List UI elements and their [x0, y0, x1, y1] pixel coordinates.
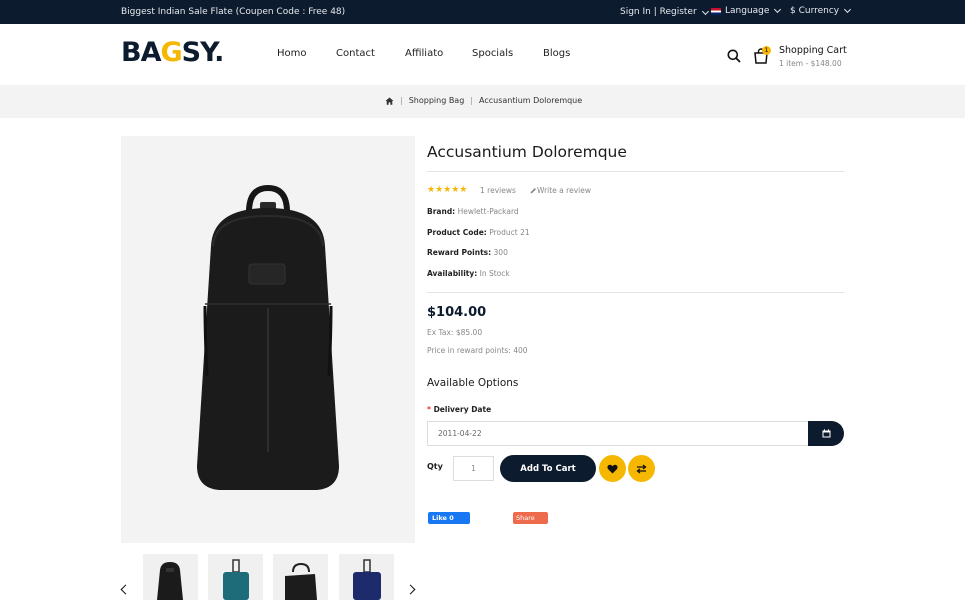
detail-value: 300 [493, 248, 508, 257]
breadcrumb-shopping-bag[interactable]: Shopping Bag [409, 96, 465, 105]
home-icon[interactable] [385, 97, 394, 105]
write-review-label: Write a review [537, 186, 591, 195]
detail-reward-points: Reward Points: 300 [427, 248, 508, 257]
currency-dropdown[interactable]: $ Currency [790, 5, 852, 16]
detail-label: Brand: [427, 207, 456, 216]
write-review-link[interactable]: Write a review [530, 186, 591, 195]
wishlist-button[interactable] [599, 455, 626, 482]
reward-points-price: Price in reward points: 400 [427, 346, 528, 355]
divider [427, 292, 844, 293]
quantity-input[interactable] [453, 456, 494, 481]
calendar-icon [822, 429, 830, 438]
share-label: Share [516, 514, 535, 522]
brand-link[interactable]: Hewlett-Packard [458, 207, 519, 216]
add-to-cart-button[interactable]: Add To Cart [500, 455, 596, 482]
delivery-date-input[interactable] [427, 421, 809, 446]
chevron-down-icon [774, 5, 782, 14]
detail-brand: Brand: Hewlett-Packard [427, 207, 519, 216]
detail-label: Availability: [427, 269, 478, 278]
pencil-icon [530, 188, 536, 194]
detail-label: Product Code: [427, 228, 487, 237]
nav-home[interactable]: Homo [277, 48, 307, 59]
product-thumbnail[interactable] [208, 554, 263, 600]
logo[interactable]: BAGSY. [121, 37, 225, 68]
breadcrumb: | Shopping Bag | Accusantium Doloremque [385, 96, 582, 105]
delivery-date-label: * Delivery Date [427, 405, 491, 414]
product-thumbnail[interactable] [143, 554, 198, 600]
logo-part-accent: G [160, 37, 182, 68]
top-bar: Biggest Indian Sale Flate (Coupen Code :… [0, 0, 965, 24]
required-marker: * [427, 405, 431, 414]
nav-specials[interactable]: Spocials [472, 48, 513, 59]
cart-summary: 1 item - $148.00 [779, 59, 842, 68]
product-title: Accusantium Doloremque [427, 143, 627, 161]
rating-stars: ★★★★★ [427, 185, 468, 195]
search-icon[interactable] [727, 49, 741, 63]
options-heading: Available Options [427, 377, 519, 389]
language-dropdown[interactable]: Language [711, 5, 782, 16]
site-header: BAGSY. Homo Contact Affiliato Spocials B… [0, 24, 965, 85]
signin-label: Sign In | Register [620, 7, 697, 17]
detail-value: In Stock [479, 269, 510, 278]
navy-luggage-image [353, 559, 381, 600]
breadcrumb-current[interactable]: Accusantium Doloremque [479, 96, 582, 105]
promo-text: Biggest Indian Sale Flate (Coupen Code :… [121, 7, 346, 17]
language-label: Language [725, 6, 770, 16]
chevron-down-icon [844, 5, 852, 14]
share-button[interactable]: Share [513, 512, 548, 524]
product-thumbnail[interactable] [339, 554, 394, 600]
calendar-button[interactable] [808, 421, 844, 446]
like-label: Like 0 [432, 514, 454, 522]
product-main-image[interactable] [121, 136, 415, 543]
detail-product-code: Product Code: Product 21 [427, 228, 530, 237]
detail-availability: Availability: In Stock [427, 269, 510, 278]
breadcrumb-bar: | Shopping Bag | Accusantium Doloremque [0, 85, 965, 118]
breadcrumb-separator: | [400, 96, 403, 105]
ex-tax-price: Ex Tax: $85.00 [427, 328, 483, 337]
logo-part: BA [121, 37, 161, 68]
qty-label: Qty [427, 462, 443, 471]
reviews-link[interactable]: 1 reviews [480, 186, 516, 195]
chevron-left-icon[interactable] [120, 584, 131, 595]
logo-part: SY. [181, 37, 225, 68]
product-thumbnail[interactable] [273, 554, 328, 600]
facebook-like-button[interactable]: Like 0 [428, 512, 470, 524]
delivery-date-label-text: Delivery Date [433, 405, 492, 414]
teal-luggage-image [223, 559, 249, 600]
nav-contact[interactable]: Contact [336, 48, 375, 59]
cart-count-badge: 1 [762, 46, 771, 55]
compare-button[interactable] [628, 455, 655, 482]
heart-icon [607, 464, 618, 473]
breadcrumb-separator: | [470, 96, 473, 105]
flag-icon [711, 7, 721, 15]
chevron-right-icon[interactable] [405, 584, 416, 595]
product-price: $104.00 [427, 305, 487, 320]
nav-affiliate[interactable]: Affiliato [405, 48, 443, 59]
currency-label: $ Currency [790, 6, 840, 16]
compare-icon [636, 463, 647, 474]
black-duffel-image [285, 562, 317, 600]
detail-label: Reward Points: [427, 248, 492, 257]
chevron-down-icon [701, 7, 709, 16]
divider [427, 171, 844, 172]
cart-title[interactable]: Shopping Cart [779, 45, 847, 56]
signin-register-link[interactable]: Sign In | Register [620, 7, 709, 17]
backpack-image [197, 184, 339, 490]
black-backpack-image [157, 562, 183, 600]
detail-value: Product 21 [489, 228, 530, 237]
nav-blogs[interactable]: Blogs [543, 48, 570, 59]
